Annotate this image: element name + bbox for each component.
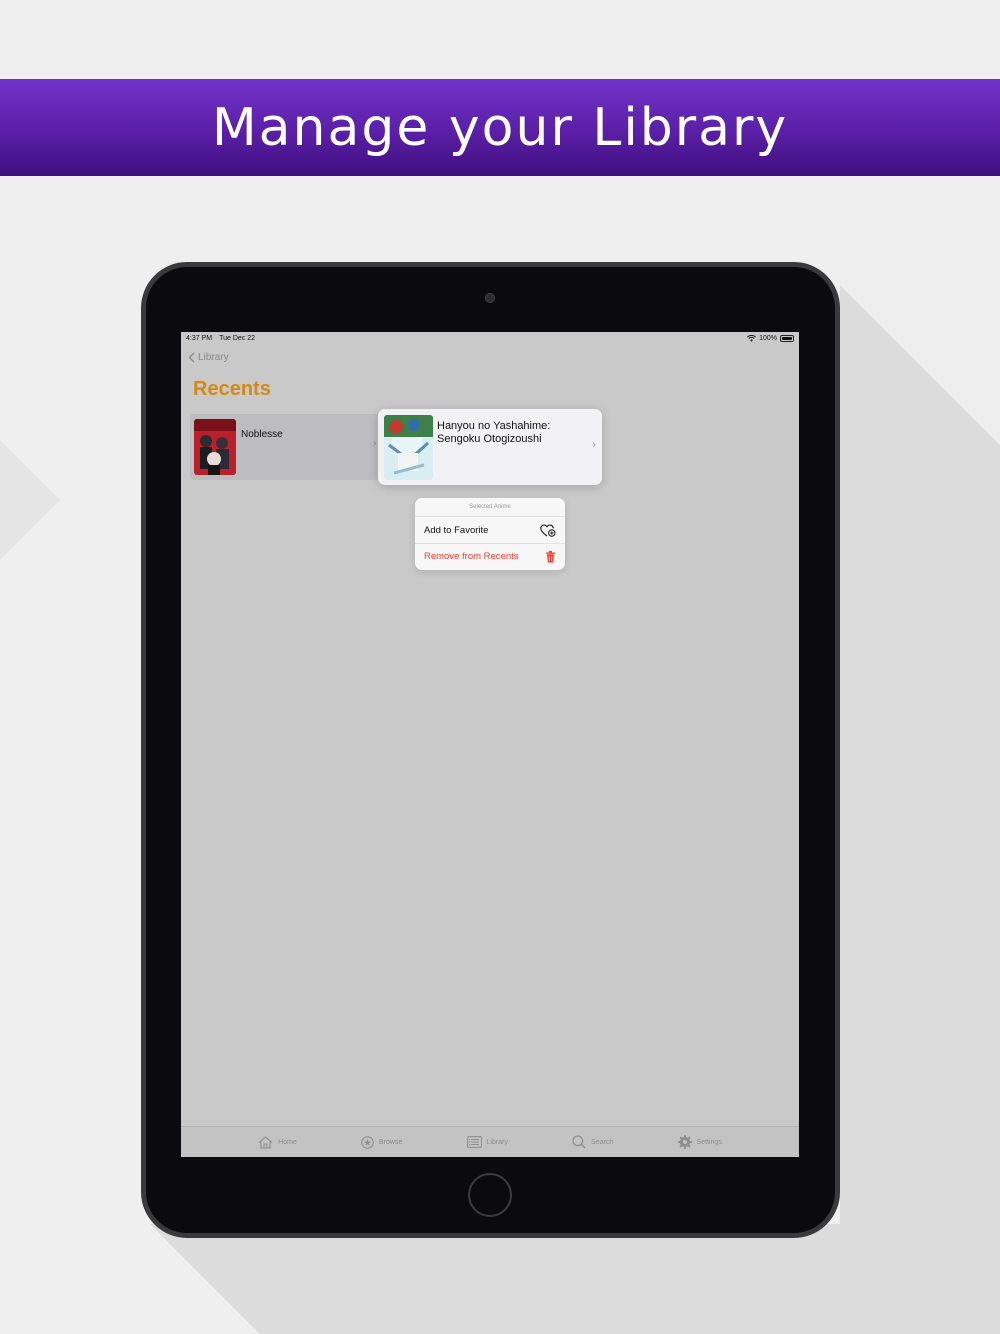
heart-plus-icon bbox=[540, 523, 556, 537]
chevron-left-icon bbox=[188, 352, 195, 363]
tab-browse[interactable]: Browse bbox=[361, 1135, 403, 1149]
browse-icon bbox=[361, 1135, 374, 1149]
page-title: Recents bbox=[193, 378, 271, 400]
tab-search-label: Search bbox=[591, 1138, 614, 1146]
promo-banner: Manage your Library bbox=[0, 79, 1000, 176]
preview-title: Hanyou no Yashahime: Sengoku Otogizoushi bbox=[437, 420, 551, 445]
preview-card[interactable]: Hanyou no Yashahime: Sengoku Otogizoushi… bbox=[378, 409, 602, 485]
status-time: 4:37 PM bbox=[186, 335, 213, 342]
tab-search[interactable]: Search bbox=[572, 1135, 613, 1149]
home-icon bbox=[258, 1135, 273, 1149]
list-item-title: Noblesse bbox=[241, 429, 283, 440]
chevron-right-icon: › bbox=[373, 438, 377, 449]
tab-home-label: Home bbox=[278, 1138, 297, 1146]
add-favorite-label: Add to Favorite bbox=[424, 524, 489, 536]
status-date: Tue Dec 22 bbox=[219, 335, 256, 342]
remove-recents-menu-item[interactable]: Remove from Recents bbox=[415, 543, 565, 569]
gear-icon bbox=[677, 1135, 692, 1149]
tab-library[interactable]: Library bbox=[466, 1136, 508, 1148]
tab-browse-label: Browse bbox=[378, 1138, 403, 1146]
tab-bar: Home Browse Library Search Settings bbox=[181, 1126, 799, 1157]
remove-recents-label: Remove from Recents bbox=[424, 551, 519, 562]
noblesse-cover bbox=[194, 419, 236, 475]
context-menu: Selected Anime Add to Favorite Remove fr… bbox=[415, 498, 565, 570]
battery-percent: 100% bbox=[759, 335, 777, 342]
yashahime-cover bbox=[384, 415, 433, 480]
list-item[interactable]: Noblesse › bbox=[190, 414, 382, 480]
app-screen: 4:37 PM Tue Dec 22 100% Library Recents bbox=[181, 332, 799, 1157]
front-camera bbox=[485, 293, 495, 303]
banner-title: Manage your Library bbox=[211, 97, 789, 158]
chevron-right-icon: › bbox=[592, 439, 596, 451]
back-button[interactable]: Library bbox=[188, 352, 229, 363]
add-favorite-menu-item[interactable]: Add to Favorite bbox=[415, 517, 565, 543]
menu-header: Selected Anime bbox=[415, 498, 565, 517]
back-label: Library bbox=[198, 352, 229, 363]
battery-icon bbox=[780, 335, 794, 342]
library-icon bbox=[466, 1136, 482, 1148]
trash-icon bbox=[546, 550, 555, 562]
tab-home[interactable]: Home bbox=[258, 1135, 297, 1149]
home-button[interactable] bbox=[468, 1173, 512, 1217]
status-bar: 4:37 PM Tue Dec 22 100% bbox=[181, 332, 799, 345]
tab-settings-label: Settings bbox=[696, 1138, 722, 1146]
tab-settings[interactable]: Settings bbox=[677, 1135, 722, 1149]
search-icon bbox=[572, 1135, 586, 1149]
wifi-icon bbox=[747, 335, 757, 342]
tab-library-label: Library bbox=[486, 1138, 508, 1146]
